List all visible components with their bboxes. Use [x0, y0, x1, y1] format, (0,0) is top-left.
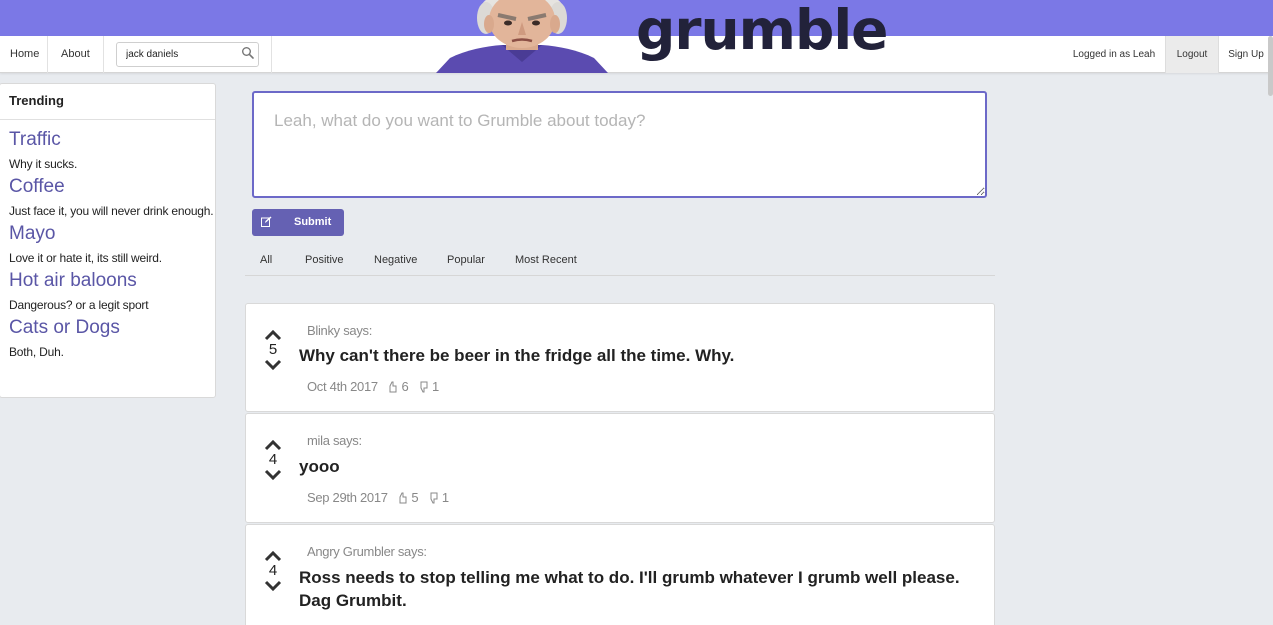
vote-count: 4 [268, 451, 278, 468]
upvote-chevron-icon[interactable] [263, 549, 283, 563]
trending-item-title[interactable]: Cats or Dogs [9, 316, 215, 340]
downvote-chevron-icon[interactable] [263, 358, 283, 372]
dislike-count: 1 [432, 379, 439, 394]
thumbs-up-icon[interactable] [397, 492, 407, 504]
post-card: 4 mila says: yooo Sep 29th 2017 5 1 [245, 413, 995, 523]
post-author: Blinky says: [307, 323, 373, 338]
post-date: Oct 4th 2017 [307, 379, 378, 394]
post-author: mila says: [307, 433, 362, 448]
trending-header: Trending [0, 84, 215, 120]
post-author: Angry Grumbler says: [307, 544, 427, 559]
dislike-count: 1 [441, 490, 449, 505]
post-text: yooo [299, 457, 340, 476]
thumbs-down-icon[interactable] [418, 381, 428, 393]
scrollbar[interactable] [1268, 36, 1273, 96]
thumbs-up-icon[interactable] [387, 381, 397, 393]
downvote-chevron-icon[interactable] [263, 579, 283, 593]
post-meta: Oct 4th 2017 6 1 [307, 379, 439, 394]
post-date: Sep 29th 2017 [307, 490, 388, 505]
like-count: 6 [401, 379, 409, 394]
logout-button[interactable]: Logout [1165, 36, 1219, 73]
trending-item-title[interactable]: Hot air baloons [9, 269, 215, 293]
nav-about-link[interactable]: About [48, 36, 104, 73]
post-text: Why can't there be beer in the fridge al… [299, 346, 735, 365]
trending-item-title[interactable]: Traffic [9, 128, 215, 152]
grumpy-mascot-image [436, 0, 608, 73]
like-count: 5 [411, 490, 419, 505]
nav-home-link[interactable]: Home [0, 36, 48, 73]
trending-sidebar: Trending Traffic Why it sucks. Coffee Ju… [0, 83, 216, 398]
vote-control: 4 [263, 549, 283, 593]
filter-tabs: All Positive Negative Popular Most Recen… [245, 249, 995, 276]
trending-item-desc: Love it or hate it, its still weird. [9, 251, 162, 265]
submit-button[interactable]: Submit [252, 209, 344, 236]
trending-item-title[interactable]: Mayo [9, 222, 215, 246]
filter-positive[interactable]: Positive [305, 254, 344, 266]
trending-item-title[interactable]: Coffee [9, 175, 215, 199]
vote-count: 4 [268, 562, 278, 579]
downvote-chevron-icon[interactable] [263, 468, 283, 482]
post-meta: Sep 29th 2017 5 1 [307, 490, 449, 505]
edit-icon [261, 216, 272, 227]
trending-item-desc: Dangerous? or a legit sport [9, 298, 149, 312]
logged-in-status: Logged in as Leah [1072, 49, 1156, 60]
vote-count: 5 [268, 341, 278, 358]
grumble-compose-textarea[interactable] [252, 91, 987, 198]
search-input[interactable] [116, 42, 259, 67]
filter-popular[interactable]: Popular [447, 254, 485, 266]
search-icon[interactable] [241, 46, 255, 60]
submit-label: Submit [294, 216, 332, 228]
signup-link[interactable]: Sign Up [1219, 36, 1273, 73]
trending-item-desc: Both, Duh. [9, 345, 64, 359]
grumble-logo[interactable]: grumble [636, 0, 888, 62]
thumbs-down-icon[interactable] [428, 492, 438, 504]
filter-all[interactable]: All [260, 254, 272, 266]
search-container [104, 36, 272, 73]
vote-control: 5 [263, 328, 283, 372]
upvote-chevron-icon[interactable] [263, 328, 283, 342]
trending-list: Traffic Why it sucks. Coffee Just face i… [0, 120, 215, 360]
trending-item-desc: Just face it, you will never drink enoug… [9, 204, 214, 218]
post-text: Ross needs to stop telling me what to do… [299, 568, 960, 610]
vote-control: 4 [263, 438, 283, 482]
post-card: 5 Blinky says: Why can't there be beer i… [245, 303, 995, 412]
post-card: 4 Angry Grumbler says: Ross needs to sto… [245, 524, 995, 625]
trending-item-desc: Why it sucks. [9, 157, 78, 171]
filter-negative[interactable]: Negative [374, 254, 417, 266]
upvote-chevron-icon[interactable] [263, 438, 283, 452]
filter-most-recent[interactable]: Most Recent [515, 254, 577, 266]
